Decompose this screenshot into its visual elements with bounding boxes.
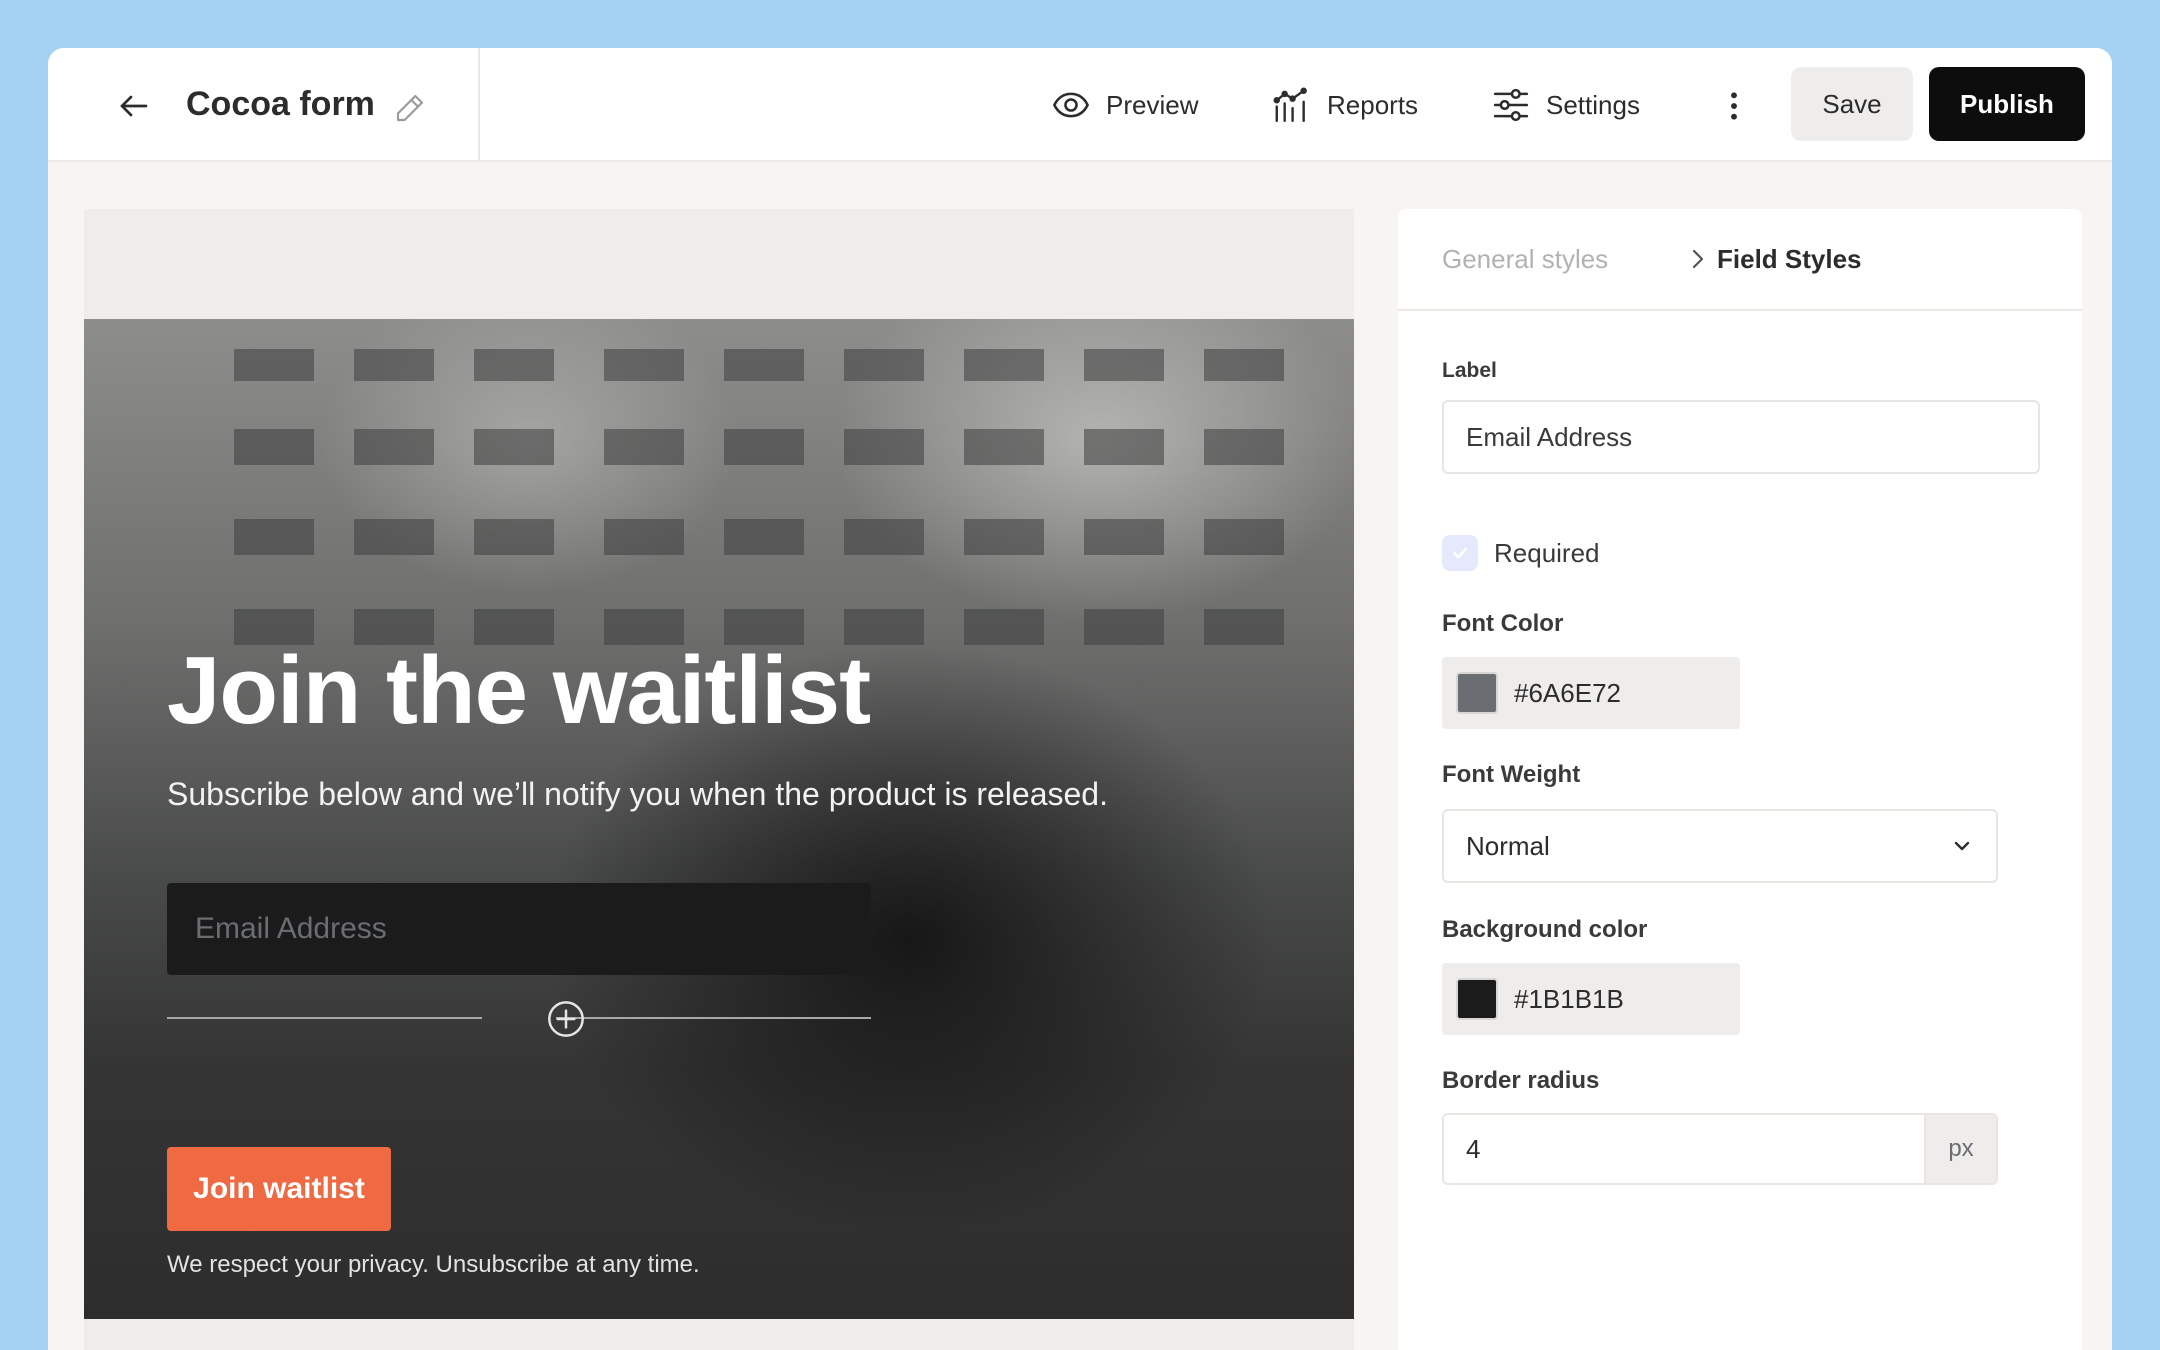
reports-button[interactable]: Reports	[1271, 78, 1418, 132]
label-input[interactable]: Email Address	[1442, 400, 2040, 474]
form-heading[interactable]: Join the waitlist	[167, 635, 871, 747]
publish-button[interactable]: Publish	[1929, 67, 2085, 141]
form-subheading[interactable]: Subscribe below and we’ll notify you whe…	[167, 773, 1108, 815]
chevron-right-icon	[1692, 249, 1704, 269]
plus-circle-icon	[548, 1001, 584, 1037]
privacy-note[interactable]: We respect your privacy. Unsubscribe at …	[167, 1249, 700, 1281]
border-radius-unit: px	[1924, 1115, 1996, 1183]
background-color-swatch	[1456, 978, 1498, 1020]
settings-label: Settings	[1546, 89, 1640, 120]
required-label: Required	[1494, 537, 1600, 568]
border-radius-heading: Border radius	[1442, 1067, 1600, 1094]
font-color-heading: Font Color	[1442, 610, 1564, 637]
breadcrumb: General styles Field Styles	[1398, 209, 2082, 311]
form-content: Join the waitlist Subscribe below and we…	[84, 319, 1354, 1319]
label-input-value: Email Address	[1466, 421, 1633, 452]
top-bar: Cocoa form Preview Reports Settings Save…	[48, 48, 2112, 162]
border-radius-input[interactable]	[1444, 1115, 1924, 1183]
background-color-value: #1B1B1B	[1514, 983, 1624, 1014]
arrow-left-icon	[120, 95, 148, 117]
sliders-icon	[1493, 88, 1529, 122]
label-heading: Label	[1442, 359, 1497, 382]
required-toggle[interactable]: Required	[1442, 535, 1600, 571]
add-field-divider-left	[167, 1017, 482, 1019]
form-preview: Join the waitlist Subscribe below and we…	[84, 319, 1354, 1319]
style-panel: General styles Field Styles Label Email …	[1398, 209, 2082, 1350]
font-weight-heading: Font Weight	[1442, 761, 1581, 788]
check-icon	[1452, 547, 1468, 559]
breadcrumb-field-styles: Field Styles	[1717, 244, 1862, 274]
save-button[interactable]: Save	[1791, 67, 1913, 141]
settings-button[interactable]: Settings	[1492, 78, 1640, 132]
chart-icon	[1273, 87, 1307, 123]
form-title: Cocoa form	[186, 85, 375, 123]
background-color-picker[interactable]: #1B1B1B	[1442, 963, 1740, 1035]
add-field-button[interactable]	[546, 999, 586, 1039]
preview-button[interactable]: Preview	[1052, 78, 1198, 132]
app-window: Cocoa form Preview Reports Settings Save…	[48, 48, 2112, 1350]
back-button[interactable]	[112, 84, 156, 128]
title-zone: Cocoa form	[48, 48, 480, 162]
eye-icon	[1053, 92, 1089, 118]
border-radius-field: px	[1442, 1113, 1998, 1185]
pencil-icon	[396, 94, 424, 122]
join-waitlist-button[interactable]: Join waitlist	[167, 1147, 391, 1231]
kebab-menu-icon	[1731, 92, 1737, 120]
font-color-swatch	[1456, 672, 1498, 714]
email-field[interactable]	[167, 883, 871, 975]
chevron-down-icon	[1954, 841, 1970, 851]
add-field-divider-right	[556, 1017, 871, 1019]
preview-label: Preview	[1106, 89, 1199, 120]
breadcrumb-general-styles[interactable]: General styles	[1442, 241, 1608, 277]
font-color-picker[interactable]: #6A6E72	[1442, 657, 1740, 729]
edit-title-button[interactable]	[392, 90, 428, 126]
reports-label: Reports	[1327, 89, 1419, 120]
font-color-value: #6A6E72	[1514, 677, 1621, 708]
required-checkbox[interactable]	[1442, 535, 1478, 571]
font-weight-value: Normal	[1466, 830, 1550, 861]
more-menu-button[interactable]	[1712, 84, 1756, 128]
background-color-heading: Background color	[1442, 916, 1648, 943]
font-weight-select[interactable]: Normal	[1442, 809, 1998, 883]
